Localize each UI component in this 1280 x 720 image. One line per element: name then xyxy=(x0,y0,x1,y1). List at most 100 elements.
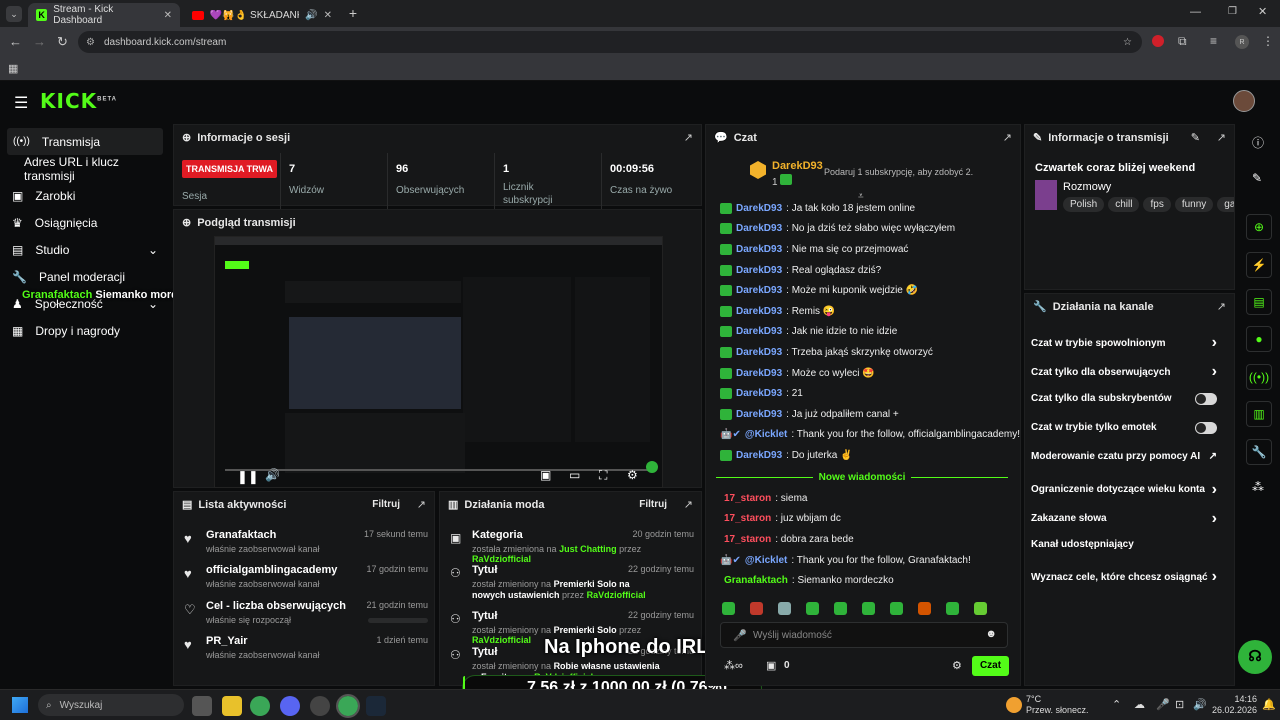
filter-button[interactable]: Filtruj xyxy=(372,499,400,510)
sidebar-item-studio[interactable]: ▤ Studio ⌄ xyxy=(0,236,172,263)
obs-icon[interactable] xyxy=(310,696,330,716)
chat-username[interactable]: DarekD93 xyxy=(736,244,782,255)
tag[interactable]: Polish xyxy=(1063,197,1105,212)
pip-icon[interactable]: ▣ xyxy=(540,468,551,482)
chevron-right-icon[interactable]: › xyxy=(1212,363,1217,381)
maximize-icon[interactable]: ❐ xyxy=(1228,6,1237,17)
chat-username[interactable]: DarekD93 xyxy=(736,388,782,399)
chat-username[interactable]: 17_staron xyxy=(724,534,771,545)
theater-icon[interactable]: ▭ xyxy=(569,468,580,482)
media-controls-icon[interactable]: ≡ xyxy=(1210,34,1217,48)
emote-icon[interactable] xyxy=(974,602,987,615)
document-widget-button[interactable]: ▤ xyxy=(1246,289,1272,315)
close-tab-icon[interactable]: ✕ xyxy=(164,10,172,21)
url-field[interactable]: ⚙ dashboard.kick.com/stream ☆ xyxy=(78,31,1142,53)
sidebar-item-panel-moderacji[interactable]: 🔧 Panel moderacji xyxy=(0,263,172,290)
channel-action-row[interactable]: Czat w trybie tylko emotek xyxy=(1031,421,1217,434)
external-link-icon[interactable]: ↗ xyxy=(1209,451,1217,462)
chat-username[interactable]: 17_staron xyxy=(724,513,771,524)
tag[interactable]: funny xyxy=(1174,197,1214,212)
chevron-right-icon[interactable]: › xyxy=(1212,568,1217,586)
volume-icon[interactable]: 🔊 xyxy=(265,468,280,482)
chat-username[interactable]: DarekD93 xyxy=(736,203,782,214)
chat-widget-button[interactable]: ● xyxy=(1246,326,1272,352)
sidebar-item-osiagniecia[interactable]: ♛ Osiągnięcia xyxy=(0,209,172,236)
extension-icon[interactable] xyxy=(1152,35,1164,47)
steam-icon[interactable] xyxy=(366,696,386,716)
settings-gear-icon[interactable]: ⚙ xyxy=(627,468,638,482)
chrome-icon[interactable] xyxy=(250,696,270,716)
emote-icon[interactable] xyxy=(750,602,763,615)
pinned-user[interactable]: DarekD93 xyxy=(772,160,823,172)
chat-username[interactable]: DarekD93 xyxy=(736,368,782,379)
wrench-widget-button[interactable]: 🔧 xyxy=(1246,439,1272,465)
discord-icon[interactable] xyxy=(280,696,300,716)
hamburger-menu-icon[interactable]: ☰ xyxy=(14,93,28,113)
points-icon[interactable]: ▣ xyxy=(766,659,776,672)
weather-widget[interactable]: 7°C Przew. słonecz. xyxy=(1026,694,1089,716)
taskbar-search[interactable]: ⌕ Wyszukaj xyxy=(38,694,184,716)
emote-icon[interactable] xyxy=(722,602,735,615)
back-icon[interactable]: ← xyxy=(9,34,22,49)
emote-icon[interactable] xyxy=(834,602,847,615)
channel-action-row[interactable]: Czat tylko dla obserwujących › xyxy=(1031,363,1217,381)
chat-username[interactable]: DarekD93 xyxy=(736,409,782,420)
channel-action-row[interactable]: Ograniczenie dotyczące wieku konta › xyxy=(1031,481,1217,499)
expand-icon[interactable]: ↗ xyxy=(1003,131,1012,144)
tag[interactable]: chill xyxy=(1108,197,1140,212)
sidebar-item-dropy[interactable]: ▦ Dropy i nagrody xyxy=(0,317,172,344)
target-widget-button[interactable]: ⊕ xyxy=(1246,214,1272,240)
community-icon[interactable]: ⁂ xyxy=(1252,480,1264,494)
channel-action-row[interactable]: Zakazane słowa › xyxy=(1031,510,1217,528)
new-tab-icon[interactable]: + xyxy=(346,5,360,21)
chat-input[interactable]: 🎤 Wyślij wiadomość ☻ xyxy=(720,622,1008,648)
expand-icon[interactable]: ↗ xyxy=(417,498,426,511)
tray-chevron-icon[interactable]: ⌃ xyxy=(1112,698,1121,711)
emoji-picker-icon[interactable]: ☻ xyxy=(985,628,997,640)
channel-action-row[interactable]: Czat tylko dla subskrybentów xyxy=(1031,392,1217,405)
chat-username[interactable]: 17_staron xyxy=(724,493,771,504)
broadcast-widget-button[interactable]: ((•)) xyxy=(1246,364,1272,390)
info-icon[interactable]: ⓘ xyxy=(1252,134,1264,151)
minimize-icon[interactable]: — xyxy=(1190,6,1201,18)
site-info-icon[interactable]: ⚙ xyxy=(86,37,95,48)
sticky-notes-icon[interactable] xyxy=(222,696,242,716)
expand-icon[interactable]: ↗ xyxy=(1217,300,1226,313)
network-icon[interactable]: ⊡ xyxy=(1175,698,1184,711)
chat-username[interactable]: DarekD93 xyxy=(736,326,782,337)
tray-app-icon[interactable]: ☁ xyxy=(1134,698,1145,711)
reload-icon[interactable]: ↻ xyxy=(57,34,68,50)
expand-icon[interactable]: ↗ xyxy=(684,498,693,511)
chat-username[interactable]: DarekD93 xyxy=(736,450,782,461)
windows-start-icon[interactable] xyxy=(12,697,28,713)
expand-icon[interactable]: ↗ xyxy=(1217,131,1226,144)
chat-username[interactable]: @Kicklet xyxy=(745,429,788,440)
chevron-right-icon[interactable]: › xyxy=(1212,510,1217,528)
edit-pencil-icon[interactable]: ✎ xyxy=(1191,131,1200,144)
sidebar-item-zarobki[interactable]: ▣ Zarobki xyxy=(0,182,172,209)
task-view-icon[interactable] xyxy=(192,696,212,716)
apps-grid-icon[interactable]: ▦ xyxy=(8,62,18,75)
video-player[interactable]: ❚❚ 🔊 ▣ ▭ ⛶ ⚙ xyxy=(214,236,663,488)
sidebar-item-stream-key[interactable]: Adres URL i klucz transmisji xyxy=(0,155,172,183)
pause-icon[interactable]: ❚❚ xyxy=(237,469,259,485)
chat-username[interactable]: DarekD93 xyxy=(736,223,782,234)
tab-youtube[interactable]: 💜🙀👌 SKŁADANKA DO C 🔊 ✕ xyxy=(184,3,340,27)
chrome-active-icon[interactable] xyxy=(336,694,360,718)
channel-action-row[interactable]: Wyznacz cele, które chcesz osiągnąć › xyxy=(1031,568,1217,586)
mic-icon[interactable]: 🎤 xyxy=(733,629,747,642)
notifications-bell-icon[interactable]: 🔔 xyxy=(1262,698,1276,711)
emote-icon[interactable] xyxy=(778,602,791,615)
stream-category[interactable]: Rozmowy xyxy=(1063,181,1111,193)
fullscreen-icon[interactable]: ⛶ xyxy=(599,468,607,483)
close-window-icon[interactable]: ✕ xyxy=(1258,5,1267,18)
help-support-icon[interactable]: ☊ xyxy=(1238,640,1272,674)
bookmark-star-icon[interactable]: ☆ xyxy=(1123,37,1132,48)
tab-kick-dashboard[interactable]: K Stream - Kick Dashboard ✕ xyxy=(28,3,180,27)
chevron-right-icon[interactable]: › xyxy=(1212,481,1217,499)
clock[interactable]: 14:16 26.02.2026 xyxy=(1212,694,1257,716)
layout-widget-button[interactable]: ▥ xyxy=(1246,401,1272,427)
channel-action-row[interactable]: Kanał udostępniający xyxy=(1031,539,1217,550)
speaker-icon[interactable]: 🔊 xyxy=(1193,698,1207,711)
profile-avatar-icon[interactable]: R xyxy=(1235,35,1249,49)
